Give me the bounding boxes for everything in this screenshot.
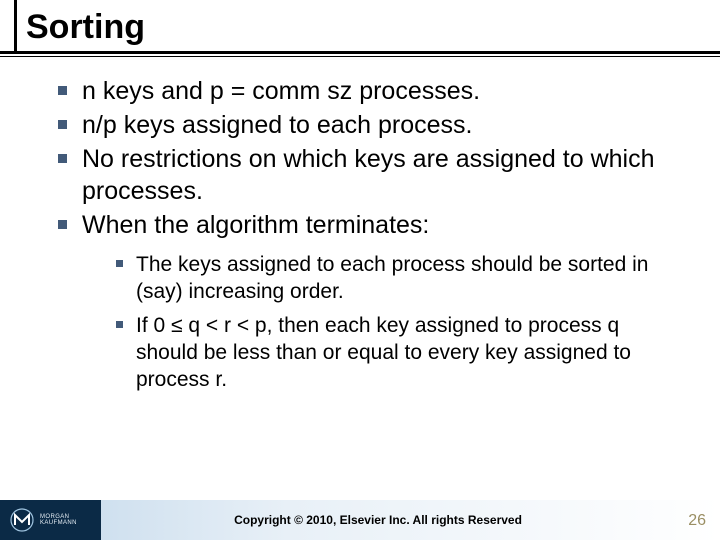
list-item: If 0 ≤ q < r < p, then each key assigned… xyxy=(116,312,680,394)
list-item: No restrictions on which keys are assign… xyxy=(58,143,680,207)
page-number: 26 xyxy=(688,512,706,530)
mk-logo-icon xyxy=(10,508,34,532)
title-block: Sorting xyxy=(0,0,720,51)
copyright-text: Copyright © 2010, Elsevier Inc. All righ… xyxy=(96,513,720,527)
sub-bullet-list: The keys assigned to each process should… xyxy=(116,251,680,393)
list-item: When the algorithm terminates: The keys … xyxy=(58,209,680,393)
slide-content: n keys and p = comm sz processes. n/p ke… xyxy=(0,57,720,393)
bullet-list: n keys and p = comm sz processes. n/p ke… xyxy=(58,75,680,393)
slide-title: Sorting xyxy=(26,8,720,51)
title-left-rule xyxy=(14,0,17,52)
footer-bar: MORGAN KAUFMANN Copyright © 2010, Elsevi… xyxy=(0,500,720,540)
rule-thick xyxy=(0,51,720,54)
list-item-label: When the algorithm terminates: xyxy=(82,211,429,239)
list-item: n keys and p = comm sz processes. xyxy=(58,75,680,107)
list-item: n/p keys assigned to each process. xyxy=(58,109,680,141)
publisher-logo-text: MORGAN KAUFMANN xyxy=(40,514,96,526)
publisher-logo: MORGAN KAUFMANN xyxy=(0,508,96,532)
list-item: The keys assigned to each process should… xyxy=(116,251,680,306)
